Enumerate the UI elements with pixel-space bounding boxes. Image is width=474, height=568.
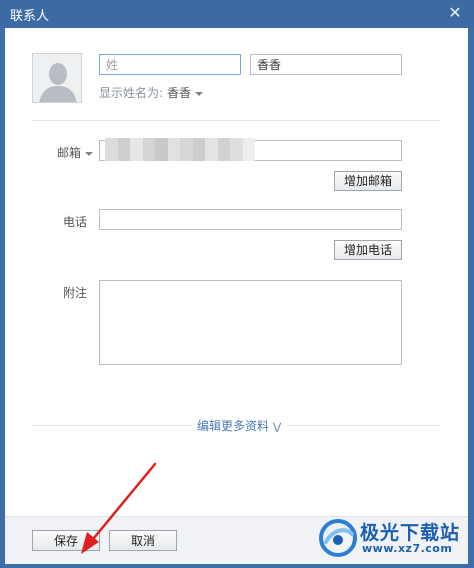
- window-title: 联系人: [10, 9, 50, 24]
- save-button[interactable]: 保存: [32, 530, 100, 551]
- edit-more-info-link[interactable]: 编辑更多资料 ⋁: [197, 417, 281, 434]
- caret-down-icon: [85, 151, 94, 156]
- more-divider-left: [32, 425, 192, 426]
- phone-input[interactable]: [99, 209, 402, 230]
- given-name-input[interactable]: [250, 54, 402, 75]
- email-label: 邮箱: [57, 146, 82, 160]
- close-icon[interactable]: ✕: [444, 2, 466, 24]
- watermark-title: 极光下载站: [360, 522, 461, 544]
- surname-input[interactable]: [99, 54, 241, 75]
- edit-more-info-label: 编辑更多资料: [197, 419, 270, 433]
- watermark-url: www.xz7.com: [362, 542, 453, 555]
- section-divider: [32, 120, 440, 121]
- caret-down-icon: [195, 91, 204, 96]
- display-name-selector[interactable]: 显示姓名为: 香香: [99, 84, 204, 101]
- phone-label: 电话: [63, 215, 88, 229]
- display-name-label: 显示姓名为:: [99, 86, 164, 100]
- default-avatar-icon[interactable]: [32, 53, 82, 103]
- cancel-button[interactable]: 取消: [109, 530, 177, 551]
- note-textarea[interactable]: [99, 280, 402, 365]
- add-email-button[interactable]: 增加邮箱: [334, 171, 402, 191]
- contact-dialog: 联系人 ✕ 显示姓名为:香香 邮箱 增加邮箱 电话 增加电话 附注: [0, 0, 474, 568]
- email-type-dropdown[interactable]: 邮箱: [57, 144, 94, 161]
- redacted-email-blur: [105, 138, 255, 161]
- display-name-value: 香香: [167, 86, 192, 100]
- watermark-logo: 极光下载站 www.xz7.com: [318, 516, 468, 560]
- dialog-body: 显示姓名为:香香 邮箱 增加邮箱 电话 增加电话 附注 编辑更多资料⋁ 保存 取…: [5, 28, 468, 564]
- more-divider-right: [287, 425, 440, 426]
- aurora-logo-icon: [319, 519, 357, 557]
- title-bar: 联系人 ✕: [0, 0, 474, 28]
- note-label: 附注: [63, 286, 88, 300]
- double-chevron-down-icon: ⋁: [273, 422, 282, 433]
- add-phone-button[interactable]: 增加电话: [334, 240, 402, 260]
